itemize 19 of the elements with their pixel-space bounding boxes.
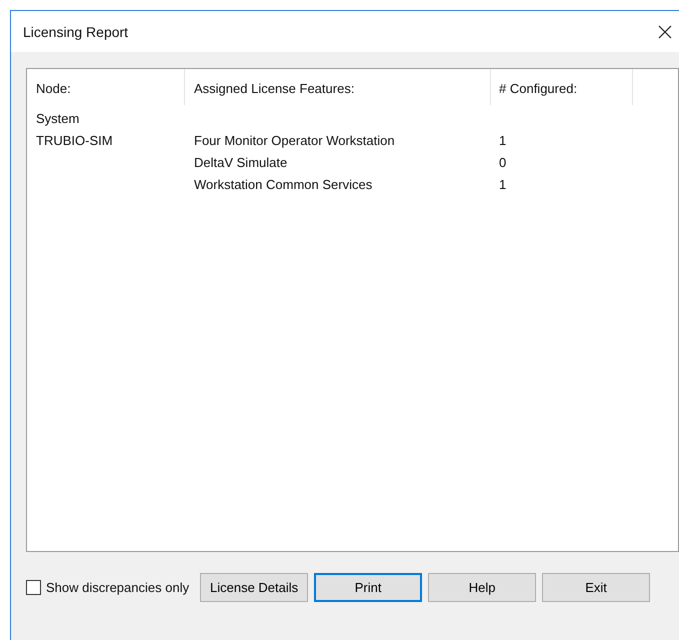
close-icon[interactable] bbox=[658, 24, 672, 38]
dialog-button[interactable]: Print bbox=[314, 573, 422, 602]
checkbox[interactable] bbox=[26, 580, 41, 595]
dialog-button[interactable]: Exit bbox=[542, 573, 650, 602]
table-cell: TRUBIO-SIM bbox=[36, 132, 113, 148]
table-cell: Four Monitor Operator Workstation bbox=[194, 132, 395, 148]
dialog-button[interactable]: Help bbox=[428, 573, 536, 602]
table-cell: 1 bbox=[499, 176, 506, 192]
window-title: Licensing Report bbox=[23, 24, 128, 40]
column-header[interactable]: Assigned License Features: bbox=[185, 69, 491, 105]
table-cell: 1 bbox=[499, 132, 506, 148]
dialog-button[interactable]: License Details bbox=[200, 573, 308, 602]
checkbox-label[interactable]: Show discrepancies only bbox=[46, 580, 190, 595]
column-header[interactable]: Node: bbox=[27, 69, 185, 105]
table-cell: 0 bbox=[499, 154, 506, 170]
table-cell: Workstation Common Services bbox=[194, 176, 372, 192]
table-cell: DeltaV Simulate bbox=[194, 154, 288, 170]
table-cell: System bbox=[36, 110, 80, 126]
column-header[interactable]: # Configured: bbox=[491, 69, 633, 105]
